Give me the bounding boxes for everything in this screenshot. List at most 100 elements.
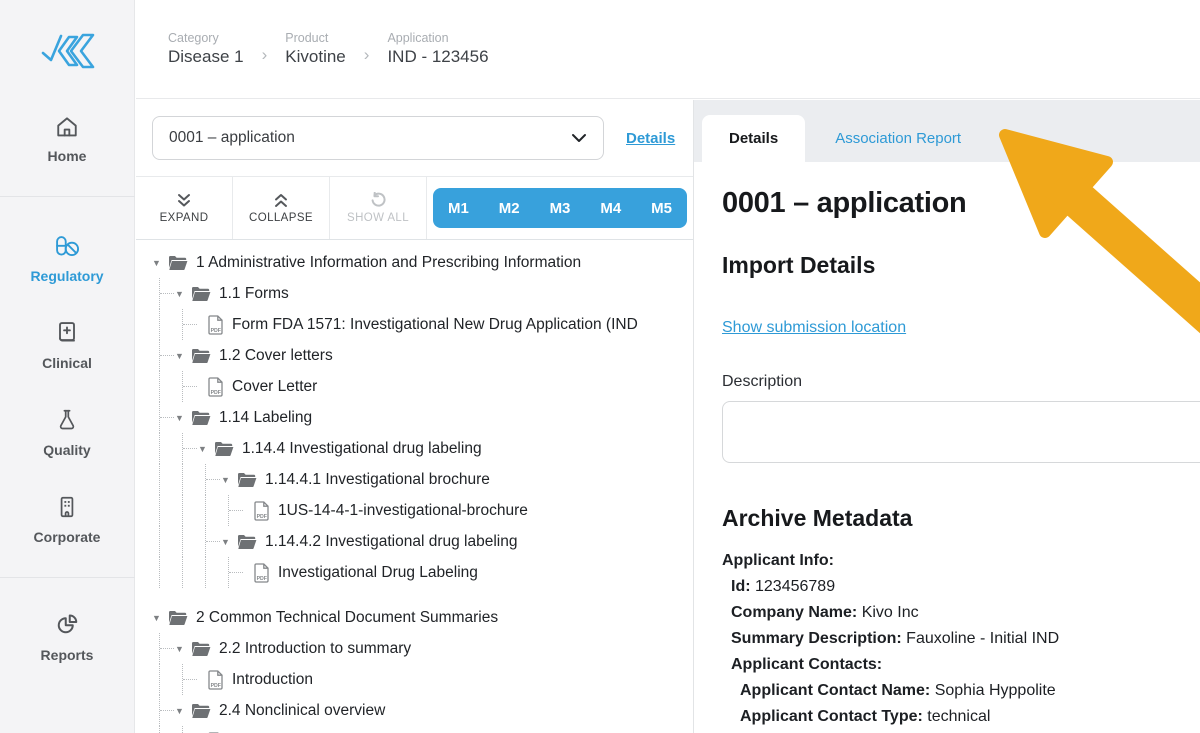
module-button-m4[interactable]: M4 — [596, 200, 625, 217]
tree-row[interactable]: ▼1.2 Cover letters — [152, 340, 693, 371]
tree-guide-line — [206, 479, 220, 480]
pills-icon — [51, 233, 83, 261]
breadcrumb-item-label: Application — [387, 31, 488, 45]
tree-node-label: 1.14.4 Investigational drug labeling — [242, 440, 482, 458]
app-window: Home Regulatory Clinical Quality Corporate Re… — [0, 0, 1200, 733]
breadcrumb-item[interactable]: ProductKivotine — [285, 31, 345, 67]
breadcrumb-item[interactable]: CategoryDisease 1 — [168, 31, 244, 67]
tree-guide-line — [160, 293, 174, 294]
details-link[interactable]: Details — [626, 130, 675, 147]
breadcrumb-item[interactable]: Application IND - 123456 — [387, 31, 488, 67]
tab-association-report[interactable]: Association Report — [835, 115, 961, 162]
folder-open-icon — [214, 441, 234, 457]
tree-node-label: 1.1 Forms — [219, 285, 289, 303]
header: CategoryDisease 1›ProductKivotine›Applic… — [136, 0, 1200, 99]
svg-text:PDF: PDF — [211, 683, 221, 689]
tree-guide-line — [160, 355, 174, 356]
sidebar-item-reports[interactable]: Reports — [0, 610, 134, 663]
tree-expander-icon[interactable]: ▼ — [152, 613, 168, 623]
tree-expander-icon[interactable]: ▼ — [175, 351, 191, 361]
metadata-field-label: Id: — [731, 578, 751, 595]
sidebar-item-clinical[interactable]: Clinical — [0, 318, 134, 371]
kivo-logo[interactable] — [0, 0, 134, 81]
metadata-field-value: technical — [927, 708, 990, 725]
tree-row[interactable]: PDFNonclinical Overview — [152, 726, 693, 733]
sidebar-item-regulatory[interactable]: Regulatory — [0, 233, 134, 284]
show-all-button[interactable]: SHOW ALL — [330, 177, 427, 239]
archive-metadata-heading: Archive Metadata — [722, 505, 1200, 532]
tree-row[interactable]: ▼ 1.1 Forms — [152, 278, 693, 309]
svg-text:PDF: PDF — [257, 514, 267, 520]
tree-row[interactable]: PDF1US-14-4-1-investigational-brochure — [152, 495, 693, 526]
show-submission-location-link[interactable]: Show submission location — [722, 319, 906, 337]
module-button-m5[interactable]: M5 — [647, 200, 676, 217]
tree-row[interactable]: ▼ 1.14.4 Investigational drug labeling — [152, 433, 693, 464]
tree-guide-line — [159, 495, 160, 526]
breadcrumb-item-value: Kivotine — [285, 47, 345, 67]
tree-expander-icon[interactable]: ▼ — [221, 475, 237, 485]
module-button-m3[interactable]: M3 — [546, 200, 575, 217]
tree-expander-icon[interactable]: ▼ — [198, 444, 214, 454]
tree-guide-line — [182, 464, 183, 495]
collapse-button[interactable]: COLLAPSE — [233, 177, 330, 239]
tree-node-label: Cover Letter — [232, 378, 317, 396]
metadata-field: Summary Description: Fauxoline - Initial… — [722, 626, 1200, 652]
sidebar-item-quality[interactable]: Quality — [0, 405, 134, 458]
double-chevron-up-icon — [272, 193, 290, 208]
tree-row[interactable]: ▼2 Common Technical Document Summaries — [152, 602, 693, 633]
metadata-field-value: 123456789 — [755, 578, 835, 595]
breadcrumb-item-value: IND - 123456 — [387, 47, 488, 67]
archive-metadata-fields: Applicant Info:Id: 123456789Company Name… — [722, 548, 1200, 730]
expand-button[interactable]: EXPAND — [136, 177, 233, 239]
tree-expander-icon[interactable]: ▼ — [175, 644, 191, 654]
pdf-file-icon: PDF — [208, 315, 224, 335]
sidebar-item-corporate[interactable]: Corporate — [0, 492, 134, 545]
breadcrumb-item-label: Category — [168, 31, 244, 45]
tree-row[interactable]: ▼2.4 Nonclinical overview — [152, 695, 693, 726]
folder-open-icon — [191, 641, 211, 657]
tree-expander-icon[interactable]: ▼ — [221, 537, 237, 547]
expand-label: EXPAND — [160, 212, 209, 224]
folder-open-icon — [237, 534, 257, 550]
tree-row[interactable]: ▼1.14 Labeling — [152, 402, 693, 433]
tree-expander-icon[interactable]: ▼ — [175, 413, 191, 423]
tree-expander-icon[interactable]: ▼ — [175, 706, 191, 716]
module-filter-group: M1 M2 M3 M4 M5 — [433, 188, 687, 228]
svg-text:PDF: PDF — [211, 328, 221, 334]
sidebar-item-home[interactable]: Home — [0, 113, 134, 164]
sidebar-divider — [0, 196, 135, 197]
tree-guide-line — [183, 448, 197, 449]
sidebar-item-label: Corporate — [34, 529, 101, 545]
breadcrumb: CategoryDisease 1›ProductKivotine›Applic… — [168, 31, 489, 67]
tree-row[interactable]: ▼1 Administrative Information and Prescr… — [152, 247, 693, 278]
tab-details-label: Details — [729, 130, 778, 147]
tree-guide-line — [183, 324, 197, 325]
sidebar: Home Regulatory Clinical Quality Corporate Re… — [0, 0, 135, 733]
tree-row[interactable]: PDFIntroduction — [152, 664, 693, 695]
tree-expander-icon[interactable]: ▼ — [152, 258, 168, 268]
description-input[interactable] — [722, 401, 1200, 463]
tree-row[interactable]: ▼1.14.4.2 Investigational drug labeling — [152, 526, 693, 557]
tab-details[interactable]: Details — [702, 115, 805, 162]
tree-guide-line — [182, 495, 183, 526]
tree-row[interactable]: PDFInvestigational Drug Labeling — [152, 557, 693, 588]
tree-row[interactable]: ▼1.14.4.1 Investigational brochure — [152, 464, 693, 495]
show-all-label: SHOW ALL — [347, 212, 409, 224]
tree-guide-line — [182, 526, 183, 557]
module-button-m1[interactable]: M1 — [444, 200, 473, 217]
metadata-field-label: Summary Description: — [731, 630, 902, 647]
sidebar-item-label: Quality — [43, 442, 90, 458]
metadata-field: Applicant Contact Name: Sophia Hyppolite — [722, 678, 1200, 704]
pie-chart-icon — [52, 610, 82, 640]
module-button-m2[interactable]: M2 — [495, 200, 524, 217]
folder-open-icon — [168, 255, 188, 271]
tree-guide-line — [159, 371, 160, 402]
tree-row[interactable]: ▼2.2 Introduction to summary — [152, 633, 693, 664]
import-details-heading: Import Details — [722, 252, 1200, 279]
tree-row[interactable]: PDFForm FDA 1571: Investigational New Dr… — [152, 309, 693, 340]
building-icon — [54, 492, 80, 522]
sequence-select[interactable]: 0001 – application — [152, 116, 604, 160]
metadata-field: Applicant Contact Type: technical — [722, 704, 1200, 730]
tree-expander-icon[interactable]: ▼ — [175, 289, 191, 299]
tree-row[interactable]: PDFCover Letter — [152, 371, 693, 402]
